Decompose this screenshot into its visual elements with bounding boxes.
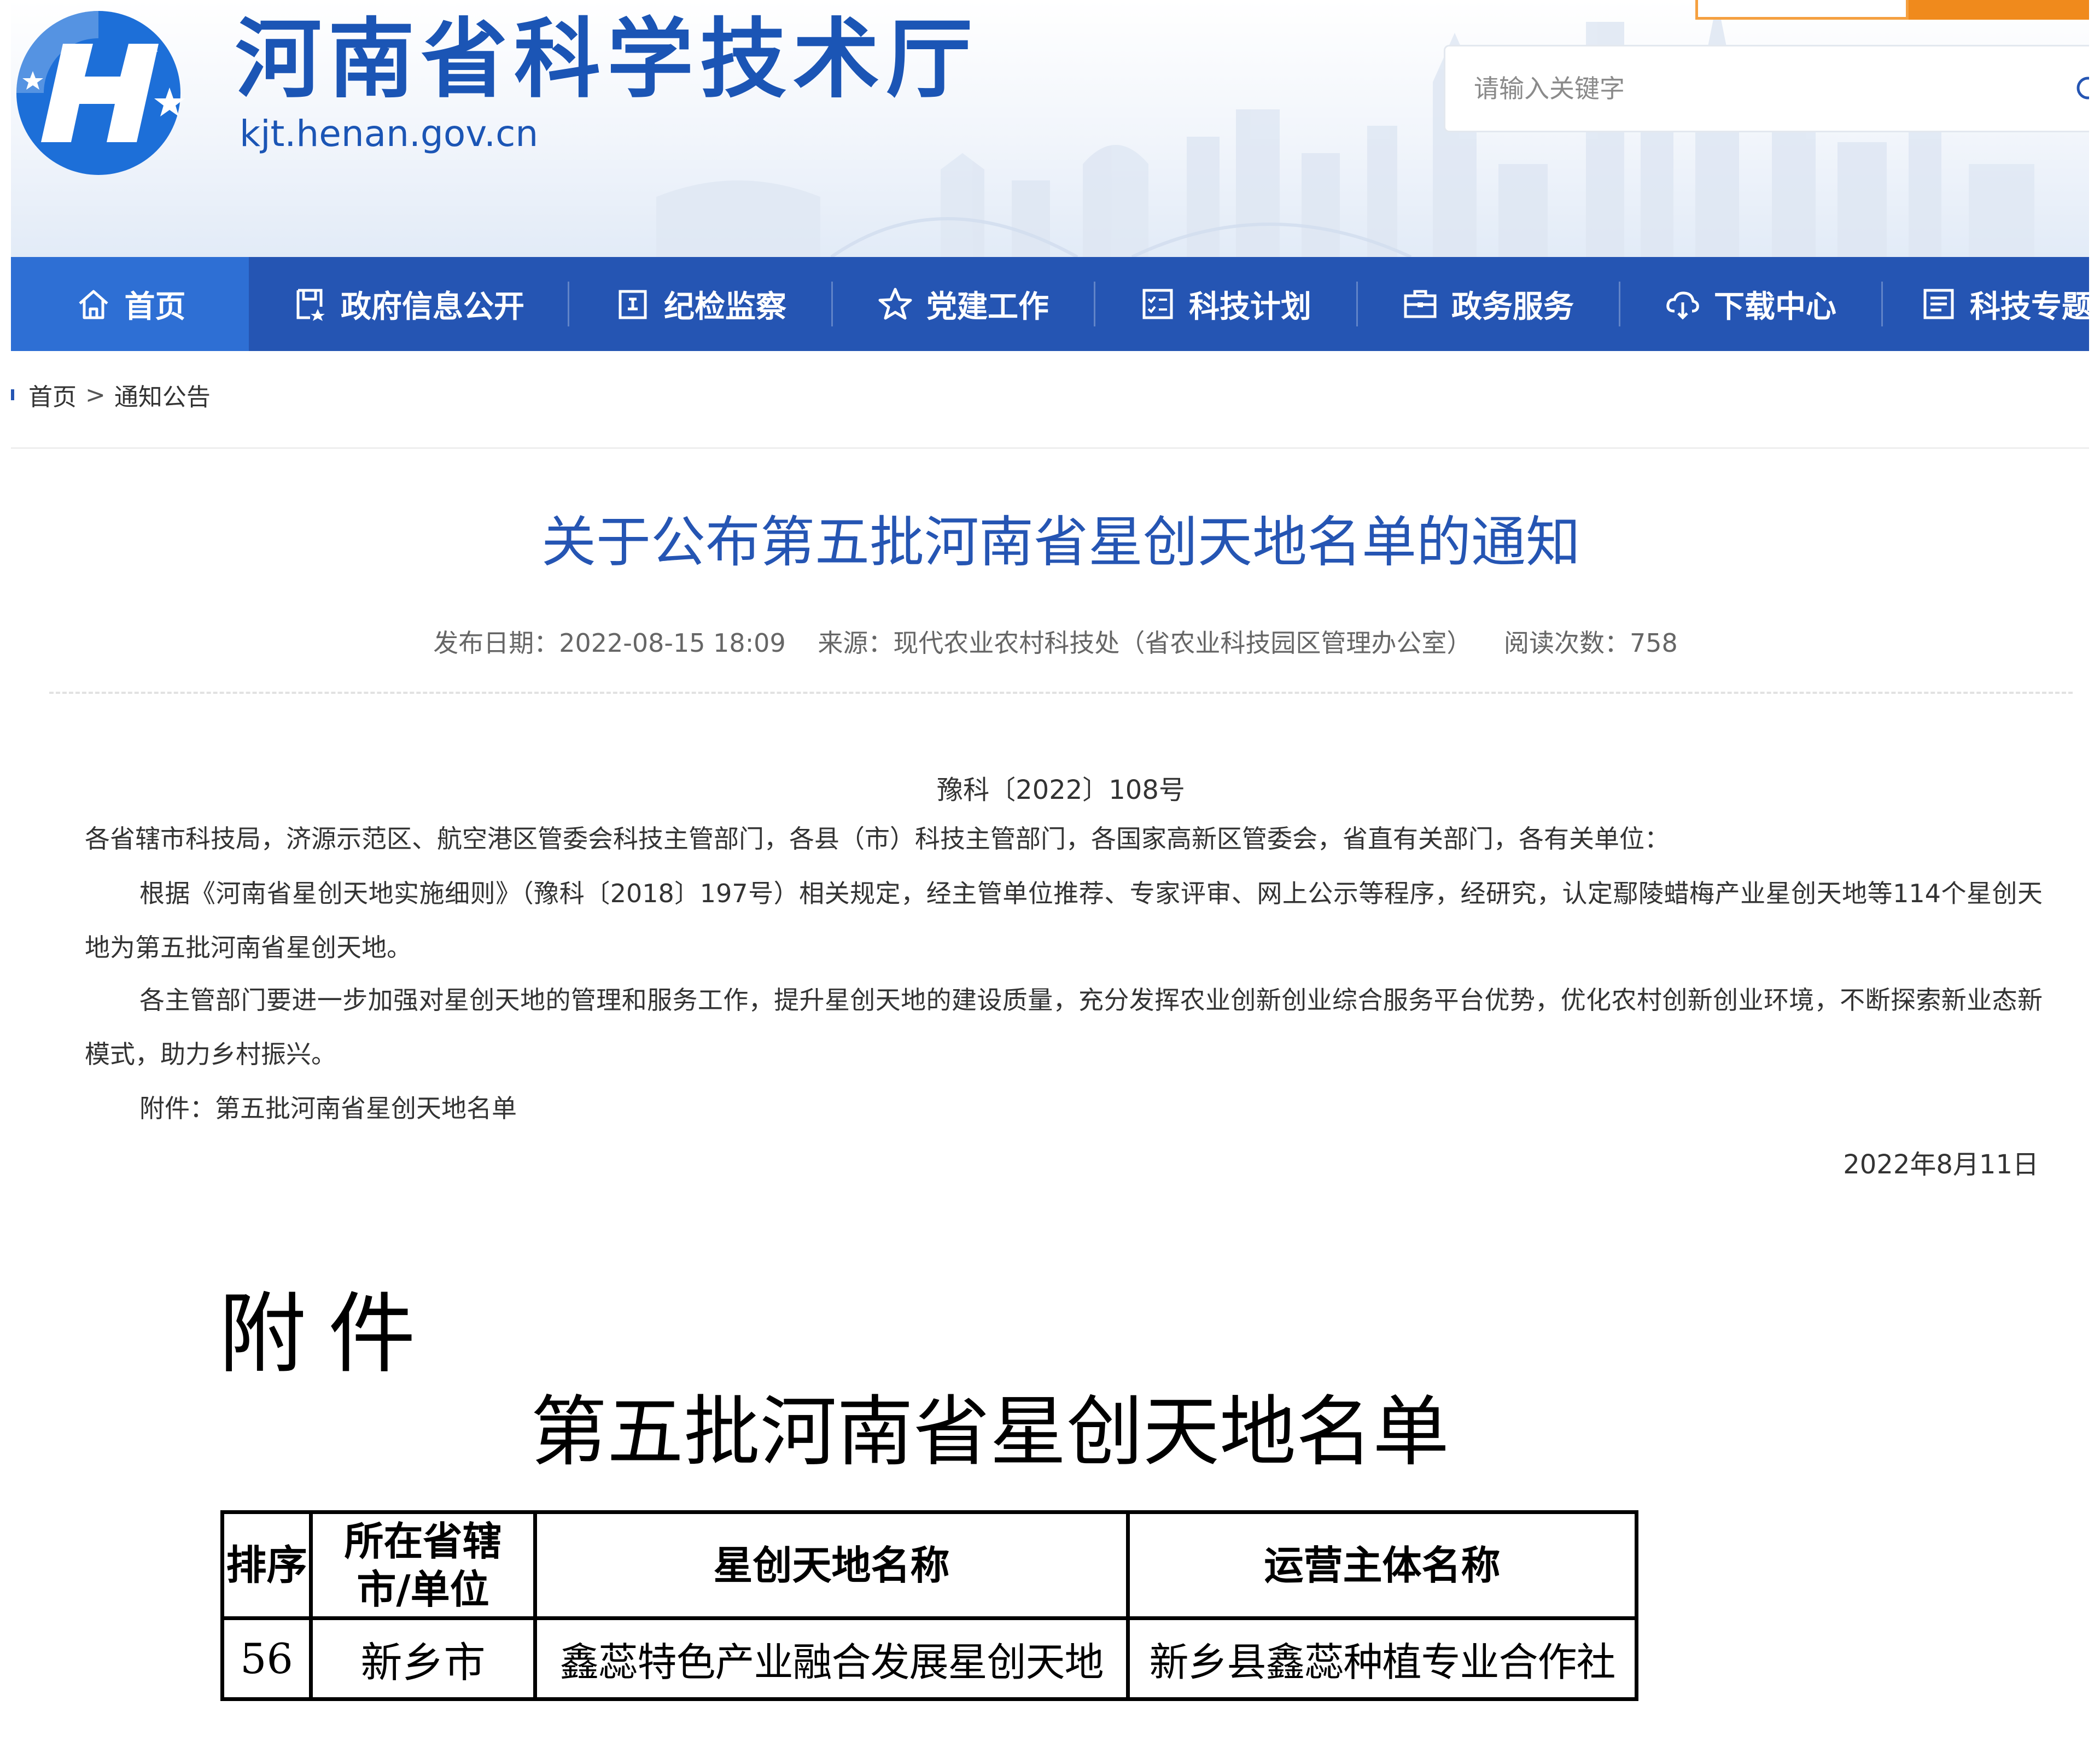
nav-item-home[interactable]: 首页 (11, 257, 249, 351)
nav-item-topics[interactable]: 科技专题 (1920, 257, 2089, 351)
nav-label: 纪检监察 (664, 289, 786, 325)
breadcrumb-current[interactable]: 通知公告 (114, 377, 211, 412)
nav-label: 政务服务 (1451, 289, 1574, 325)
nav-label: 政府信息公开 (341, 289, 524, 325)
nav-divider (1881, 282, 1883, 326)
top-tabs (1695, 0, 2089, 20)
paragraph-recipients: 各省辖市科技局，济源示范区、航空港区管委会科技主管部门，各县（市）科技主管部门，… (85, 824, 1670, 854)
nav-item-sci-plan[interactable]: 科技计划 (1105, 257, 1345, 351)
top-tab-left[interactable] (1695, 0, 1909, 20)
attachment-title: 第五批河南省星创天地名单 (530, 1388, 1450, 1477)
nav-item-discipline[interactable]: 纪检监察 (580, 257, 820, 351)
breadcrumb-marker (11, 389, 14, 400)
cell-city: 新乡市 (309, 1616, 537, 1701)
nav-item-services[interactable]: 政务服务 (1367, 257, 1608, 351)
site-title[interactable]: 河南省科学技术厅 (235, 16, 979, 103)
paragraph-attachment-link[interactable]: 附件：第五批河南省星创天地名单 (85, 1082, 2043, 1136)
breadcrumb-separator: > (85, 381, 106, 409)
badge-icon (619, 290, 647, 319)
nav-label: 首页 (124, 289, 186, 325)
paragraph-requirements: 各主管部门要进一步加强对星创天地的管理和服务工作，提升星创天地的建设质量，充分发… (85, 985, 2043, 1069)
nav-label: 下载中心 (1714, 289, 1836, 325)
briefcase-icon (1404, 290, 1437, 318)
nav-divider (1094, 282, 1095, 326)
nav-label: 科技计划 (1189, 289, 1311, 325)
header-operator: 运营主体名称 (1126, 1510, 1638, 1620)
document-icon (296, 289, 325, 321)
nav-divider (1619, 282, 1620, 326)
nav-label: 科技专题 (1970, 289, 2089, 325)
site-logo (16, 11, 185, 175)
cell-operator: 新乡县鑫蕊种植专业合作社 (1126, 1616, 1638, 1701)
site-domain: kjt.henan.gov.cn (240, 113, 539, 155)
star-icon (878, 288, 912, 320)
nav-divider (1356, 282, 1358, 326)
attachment-label: 附件 (219, 1283, 438, 1385)
cloud-download-icon (1666, 291, 1699, 320)
checklist-icon (1142, 289, 1173, 319)
breadcrumb: 首页 > 通知公告 (11, 377, 211, 412)
header-city: 所在省辖 市/单位 (309, 1510, 537, 1620)
attachment-table: 排序 所在省辖 市/单位 星创天地名称 运营主体名称 56 新乡市 鑫蕊特色产业… (220, 1510, 1638, 1701)
list-icon (1923, 289, 1954, 319)
nav-label: 党建工作 (926, 289, 1049, 325)
top-tab-right[interactable] (1909, 0, 2089, 20)
nav-divider (568, 282, 569, 326)
search-box (1444, 45, 2089, 132)
view-count: 阅读次数：758 (1503, 628, 1678, 658)
search-input[interactable] (1473, 66, 2022, 111)
search-icon[interactable] (2072, 73, 2089, 106)
nav-item-gov-info[interactable]: 政府信息公开 (273, 257, 541, 351)
cell-space-name: 鑫蕊特色产业融合发展星创天地 (533, 1616, 1130, 1701)
publish-date: 发布日期：2022-08-15 18:09 (433, 628, 786, 658)
article-title: 关于公布第五批河南省星创天地名单的通知 (541, 510, 1580, 574)
header-space-name: 星创天地名称 (533, 1510, 1130, 1620)
breadcrumb-home[interactable]: 首页 (28, 377, 77, 412)
signing-date: 2022年8月11日 (1843, 1149, 2039, 1180)
paragraph-decision: 根据《河南省星创天地实施细则》（豫科〔2018〕197号）相关规定，经主管单位推… (85, 879, 2043, 962)
table-row: 56 新乡市 鑫蕊特色产业融合发展星创天地 新乡县鑫蕊种植专业合作社 (220, 1616, 1638, 1701)
header-city-line2: 市/单位 (357, 1565, 489, 1612)
article-meta: 发布日期：2022-08-15 18:09 来源：现代农业农村科技处（省农业科技… (0, 623, 2100, 659)
nav-divider (831, 282, 833, 326)
article-source: 来源：现代农业农村科技处（省农业科技园区管理办公室） (818, 628, 1472, 658)
document-number: 豫科〔2022〕108号 (937, 775, 1185, 805)
divider (11, 447, 2089, 449)
table-header-row: 排序 所在省辖 市/单位 星创天地名称 运营主体名称 (220, 1510, 1638, 1620)
main-nav: 首页 政府信息公开 纪检监察 党建工作 科技计划 政务服务 下载中心 科技专题 (11, 257, 2089, 351)
home-icon (78, 290, 108, 319)
cell-rank: 56 (220, 1616, 313, 1701)
dashed-divider (49, 692, 2073, 694)
nav-item-downloads[interactable]: 下载中心 (1630, 257, 1870, 351)
nav-item-party[interactable]: 党建工作 (842, 257, 1083, 351)
header-city-line1: 所在省辖 (344, 1517, 502, 1564)
header-rank: 排序 (220, 1510, 313, 1620)
site-header: 河南省科学技术厅 kjt.henan.gov.cn (11, 0, 2089, 257)
